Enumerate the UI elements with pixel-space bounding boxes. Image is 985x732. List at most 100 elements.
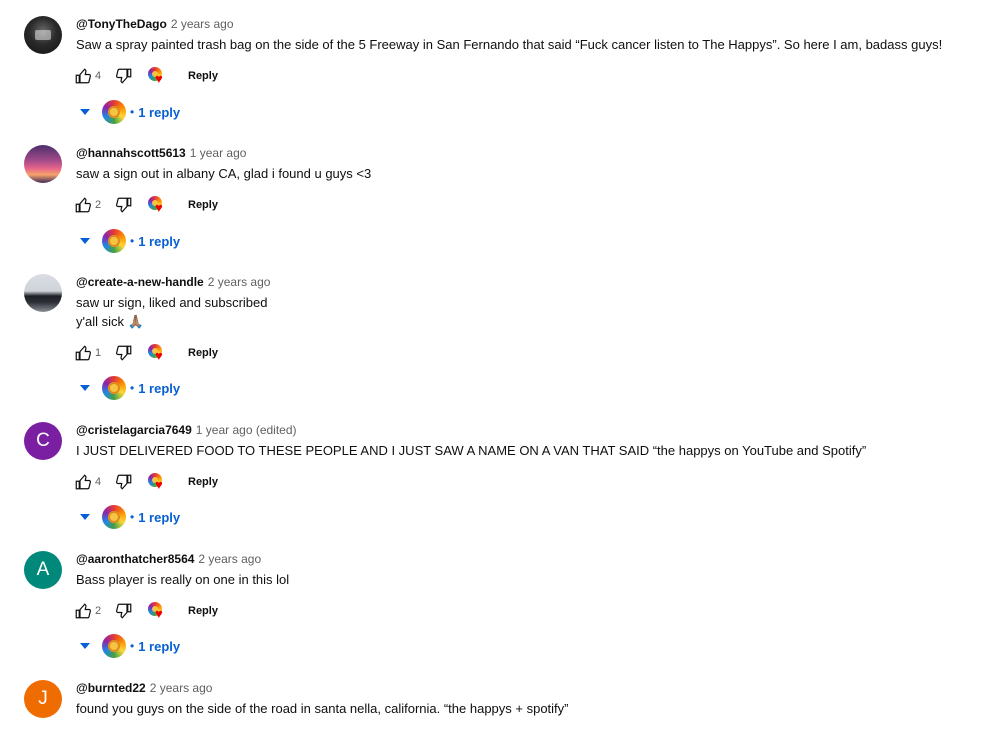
heart-icon: ♥ <box>155 200 163 215</box>
comment-text: saw a sign out in albany CA, glad i foun… <box>76 166 372 181</box>
comment-time[interactable]: 1 year ago (edited) <box>196 423 297 437</box>
comment-author[interactable]: @hannahscott5613 <box>76 146 186 160</box>
separator-dot: • <box>130 381 135 395</box>
comment-text: saw ur sign, liked and subscribed y'all … <box>76 295 268 329</box>
heart-icon: ♥ <box>155 477 163 492</box>
comment-body: @aaronthatcher8564 2 years ago Bass playe… <box>76 551 965 589</box>
reply-count[interactable]: 1 reply <box>138 510 180 525</box>
comment-author[interactable]: @cristelagarcia7649 <box>76 423 192 437</box>
reply-button[interactable]: Reply <box>188 605 218 617</box>
creator-heart: ♥ <box>146 472 166 492</box>
avatar[interactable]: J <box>24 680 62 718</box>
dislike-button[interactable] <box>115 195 133 215</box>
comment-body: @create-a-new-handle 2 years ago saw ur s… <box>76 274 965 331</box>
thumbs-up-icon <box>75 68 91 84</box>
caret-down-icon <box>80 385 90 391</box>
thumbs-down-icon <box>116 68 132 84</box>
like-button[interactable] <box>74 601 92 621</box>
comment-author[interactable]: @create-a-new-handle <box>76 275 204 289</box>
dislike-button[interactable] <box>115 601 133 621</box>
like-button[interactable] <box>74 66 92 86</box>
view-replies-button[interactable]: • 1 reply <box>80 375 180 401</box>
reply-button[interactable]: Reply <box>188 347 218 359</box>
comment-time[interactable]: 2 years ago <box>208 275 271 289</box>
reply-count[interactable]: 1 reply <box>138 105 180 120</box>
reply-count[interactable]: 1 reply <box>138 639 180 654</box>
reply-button[interactable]: Reply <box>188 476 218 488</box>
view-replies-button[interactable]: • 1 reply <box>80 633 180 659</box>
comment-author[interactable]: @TonyTheDago <box>76 17 167 31</box>
thumbs-down-icon <box>116 603 132 619</box>
reply-count[interactable]: 1 reply <box>138 234 180 249</box>
separator-dot: • <box>130 639 135 653</box>
reply-button[interactable]: Reply <box>188 199 218 211</box>
thumbs-up-icon <box>75 603 91 619</box>
comment-body: @burnted22 2 years ago found you guys on … <box>76 680 965 718</box>
comment-text: Saw a spray painted trash bag on the sid… <box>76 37 943 52</box>
avatar[interactable]: A <box>24 551 62 589</box>
dislike-button[interactable] <box>115 343 133 363</box>
creator-heart: ♥ <box>146 195 166 215</box>
reply-avatar <box>102 505 126 529</box>
like-count: 2 <box>95 199 102 211</box>
reply-avatar <box>102 376 126 400</box>
heart-icon: ♥ <box>155 348 163 363</box>
separator-dot: • <box>130 234 135 248</box>
like-button[interactable] <box>74 195 92 215</box>
thumbs-down-icon <box>116 474 132 490</box>
comment-action-bar: 1 ♥ Reply <box>74 343 218 363</box>
comment-author[interactable]: @aaronthatcher8564 <box>76 552 194 566</box>
caret-down-icon <box>80 109 90 115</box>
heart-icon: ♥ <box>155 71 163 86</box>
view-replies-button[interactable]: • 1 reply <box>80 99 180 125</box>
reply-avatar <box>102 634 126 658</box>
comment-body: @cristelagarcia7649 1 year ago (edited) I… <box>76 422 965 460</box>
comment-action-bar: 4 ♥ Reply <box>74 472 218 492</box>
comment-text: I JUST DELIVERED FOOD TO THESE PEOPLE AN… <box>76 443 867 458</box>
comment-text: Bass player is really on one in this lol <box>76 572 290 587</box>
comment-time[interactable]: 2 years ago <box>150 681 213 695</box>
thumbs-down-icon <box>116 197 132 213</box>
like-count: 2 <box>95 605 102 617</box>
comment-author[interactable]: @burnted22 <box>76 681 146 695</box>
creator-heart: ♥ <box>146 66 166 86</box>
caret-down-icon <box>80 238 90 244</box>
like-count: 4 <box>95 70 102 82</box>
creator-heart: ♥ <box>146 343 166 363</box>
avatar[interactable]: C <box>24 422 62 460</box>
reply-avatar <box>102 100 126 124</box>
like-count: 4 <box>95 476 102 488</box>
thumbs-up-icon <box>75 197 91 213</box>
comment-time[interactable]: 2 years ago <box>198 552 261 566</box>
caret-down-icon <box>80 643 90 649</box>
caret-down-icon <box>80 514 90 520</box>
reply-count[interactable]: 1 reply <box>138 381 180 396</box>
comment-action-bar: 2 ♥ Reply <box>74 195 218 215</box>
dislike-button[interactable] <box>115 66 133 86</box>
separator-dot: • <box>130 105 135 119</box>
reply-avatar <box>102 229 126 253</box>
avatar[interactable] <box>24 274 62 312</box>
avatar[interactable] <box>24 145 62 183</box>
comment-text: found you guys on the side of the road i… <box>76 701 569 716</box>
thumbs-up-icon <box>75 474 91 490</box>
like-button[interactable] <box>74 472 92 492</box>
like-count: 1 <box>95 347 102 359</box>
avatar[interactable] <box>24 16 62 54</box>
like-button[interactable] <box>74 343 92 363</box>
comment-body: @hannahscott5613 1 year ago saw a sign ou… <box>76 145 965 183</box>
comment-action-bar: 2 ♥ Reply <box>74 601 218 621</box>
dislike-button[interactable] <box>115 472 133 492</box>
comment-time[interactable]: 2 years ago <box>171 17 234 31</box>
heart-icon: ♥ <box>155 606 163 621</box>
creator-heart: ♥ <box>146 601 166 621</box>
comment-time[interactable]: 1 year ago <box>190 146 247 160</box>
reply-button[interactable]: Reply <box>188 70 218 82</box>
comment-body: @TonyTheDago 2 years ago Saw a spray pain… <box>76 16 965 54</box>
thumbs-up-icon <box>75 345 91 361</box>
view-replies-button[interactable]: • 1 reply <box>80 228 180 254</box>
thumbs-down-icon <box>116 345 132 361</box>
comment-action-bar: 4 ♥ Reply <box>74 66 218 86</box>
separator-dot: • <box>130 510 135 524</box>
view-replies-button[interactable]: • 1 reply <box>80 504 180 530</box>
